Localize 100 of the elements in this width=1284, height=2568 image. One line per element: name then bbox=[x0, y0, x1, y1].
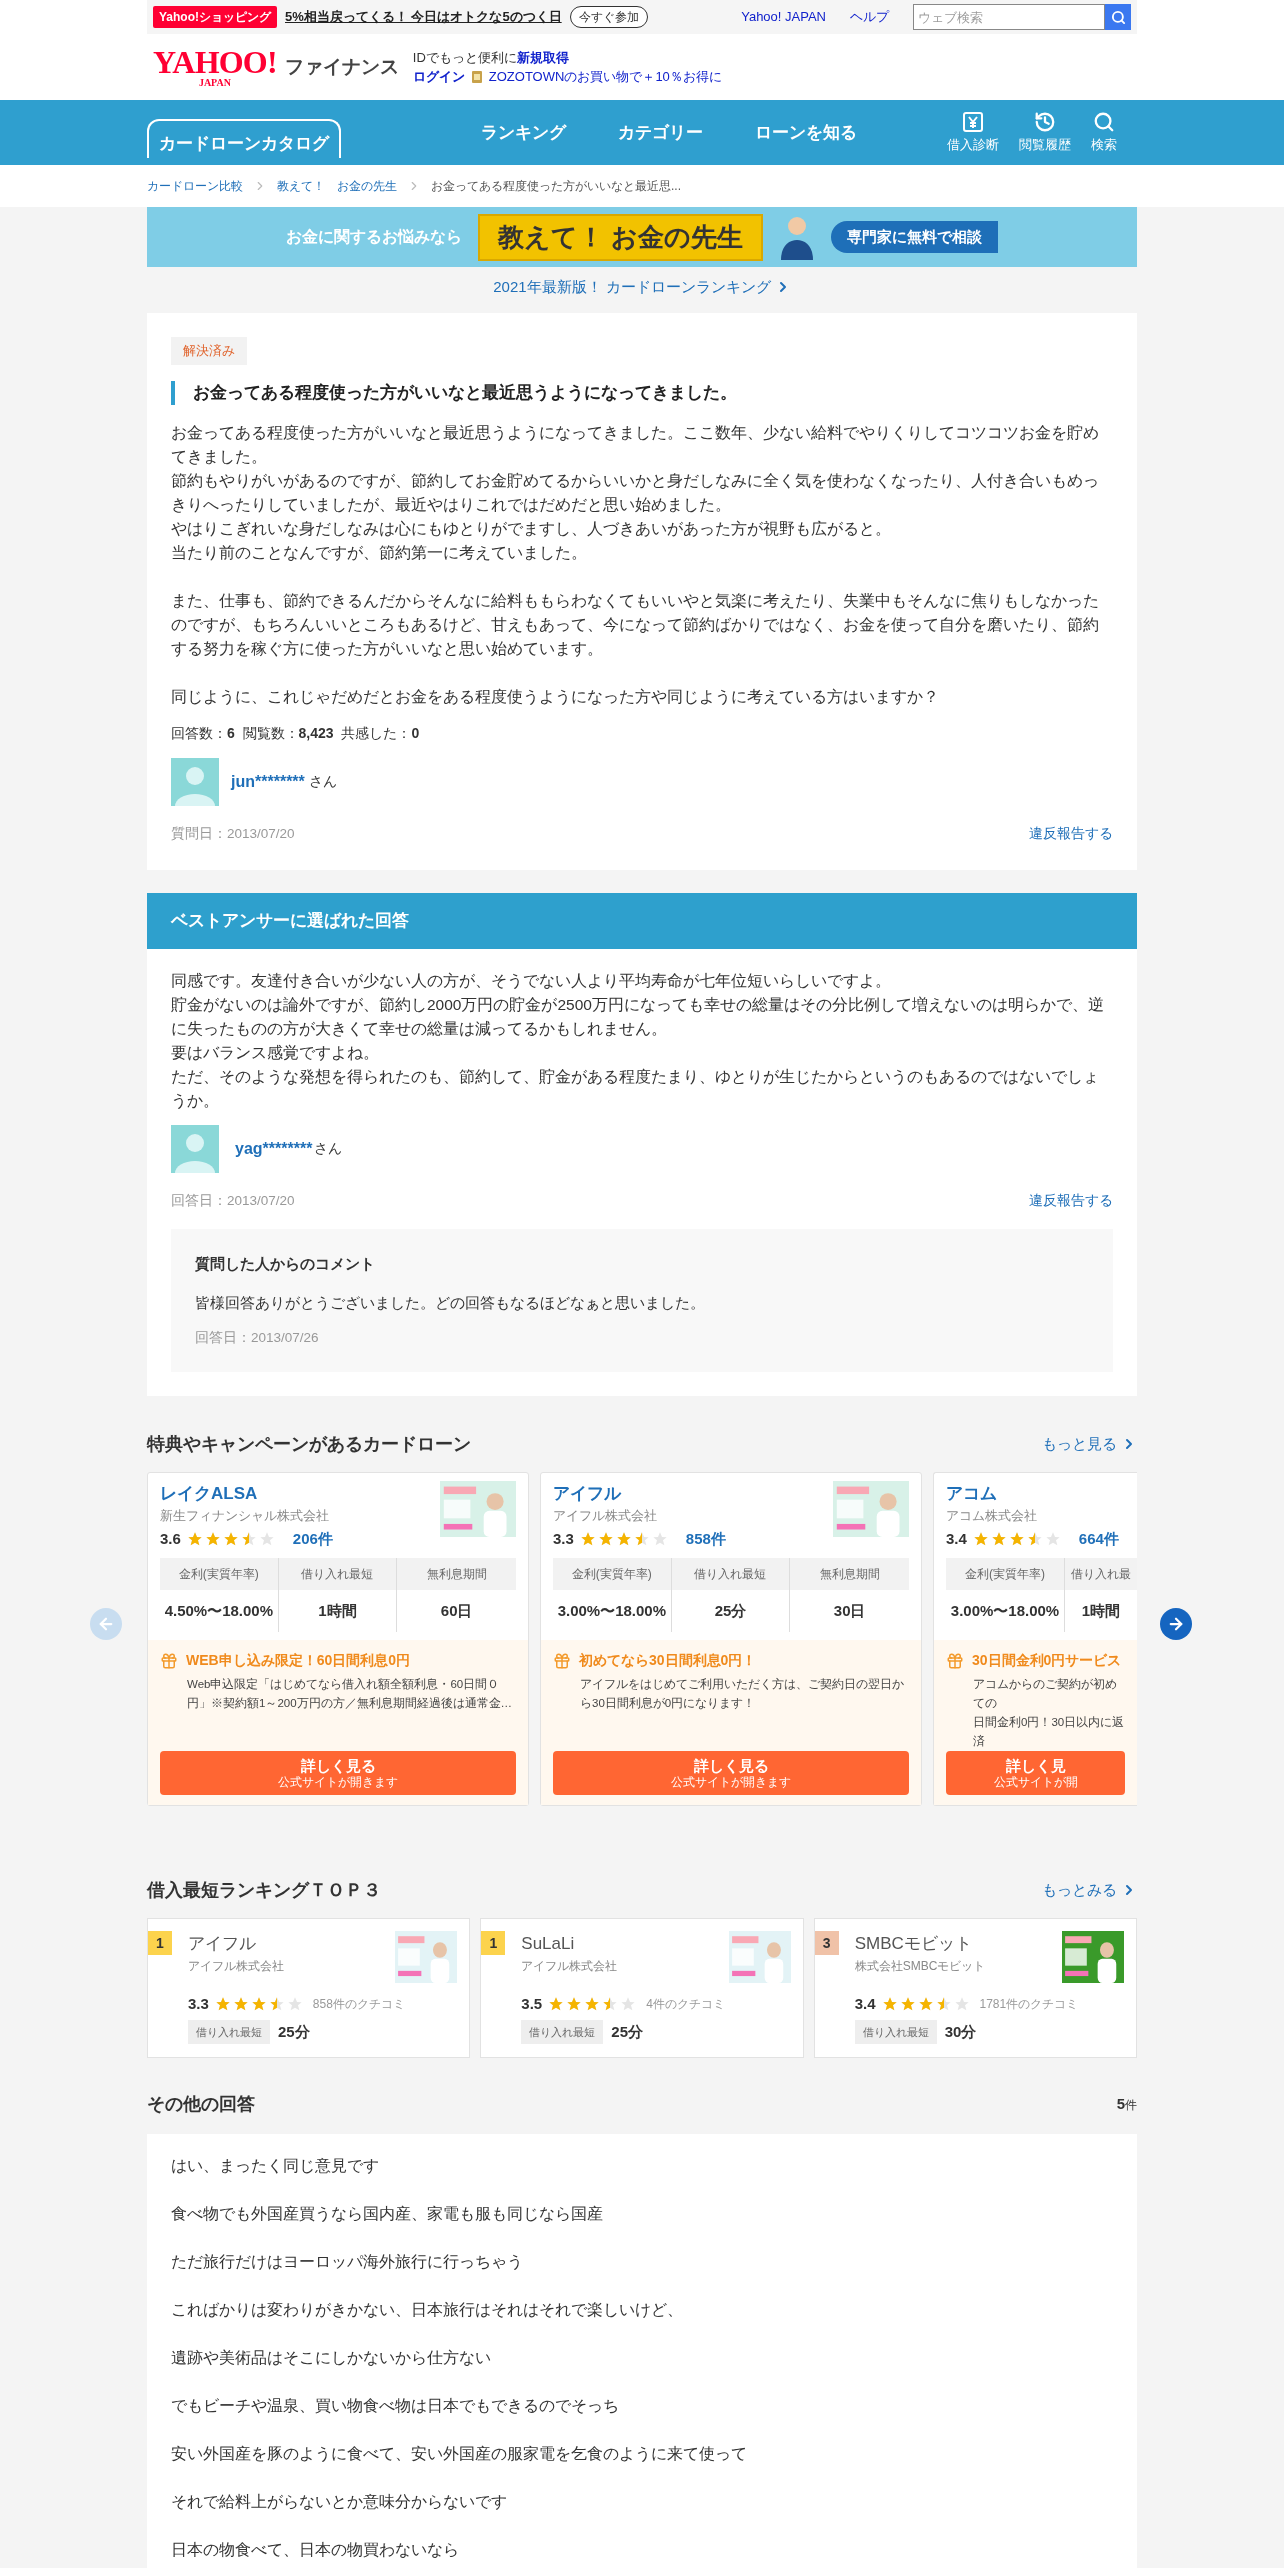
answer-text: ただ旅行だけはヨーロッパ海外旅行に行っちゃう bbox=[171, 2252, 524, 2272]
star-icon bbox=[579, 1530, 596, 1547]
shopping-badge[interactable]: Yahoo!ショッピング bbox=[153, 6, 277, 28]
answer-text: こればかりは変わりがきかない、日本旅行はそれはそれで楽しいけど、 bbox=[171, 2300, 684, 2320]
gift-icon bbox=[946, 1651, 964, 1670]
star-icon bbox=[1044, 1530, 1061, 1547]
breadcrumb-link[interactable]: 教えて！ お金の先生 bbox=[277, 177, 397, 195]
advice-banner[interactable]: お金に関するお悩みなら 教えて！ お金の先生 専門家に無料で相談 bbox=[147, 207, 1137, 267]
spec-value: 25分 bbox=[278, 2021, 310, 2042]
company-name: アイフル株式会社 bbox=[521, 1957, 618, 1975]
search-icon bbox=[1093, 110, 1115, 133]
gift-icon bbox=[553, 1651, 571, 1670]
star-icon bbox=[258, 1530, 275, 1547]
next-arrow-button[interactable] bbox=[1160, 1608, 1192, 1641]
star-icon bbox=[917, 1996, 934, 2013]
yen-icon bbox=[962, 110, 984, 133]
history-icon bbox=[1034, 110, 1056, 133]
spec-header: 金利(実質年率) bbox=[553, 1558, 671, 1590]
search-button[interactable] bbox=[1105, 4, 1131, 30]
answer-text: でもビーチや温泉、買い物食べ物は日本でもできるのでそっち bbox=[171, 2396, 620, 2416]
catalog-logo[interactable]: カードローンカタログ bbox=[147, 118, 341, 159]
zozo-link[interactable]: ZOZOTOWNのお買い物で＋10％お得に bbox=[488, 67, 722, 87]
review-count[interactable]: 858件 bbox=[685, 1527, 726, 1550]
user-link[interactable]: yag******** bbox=[235, 1136, 313, 1161]
question-text: 同じように、これじゃだめだとお金をある程度使うようになった方や同じように考えている方はいますか？ bbox=[171, 686, 940, 707]
question-text: また、仕事も、節約できるんだからそんなに給料ももらわなくてもいいやと気楽に考えたり、失業中もそんなに焦りもしなかったのですが、もちろんいいところもあるけど、甘えもあって、今になって節約ばかりではなく、お金を使って自分を磨いたり、節約する努力を稼ぐ方に使った方がいいなと思い始めています。 bbox=[171, 590, 1100, 659]
answer-text: 食べ物でも外国産買うなら国内産、家電も服も同じなら国産 bbox=[171, 2204, 604, 2224]
loan-name[interactable]: SMBCモビット bbox=[854, 1931, 986, 1957]
star-icon bbox=[935, 1996, 952, 2013]
answer-text: ただ、そのような発想を得られたのも、節約して、貯金がある程度たまり、ゆとりが生じたからというのもあるのではないでしょうか。 bbox=[171, 1066, 1100, 1111]
star-icon bbox=[548, 1996, 565, 2013]
details-button[interactable]: 詳しく見 公式サイトが開 bbox=[946, 1751, 1125, 1795]
yahoo-logo[interactable]: YAHOO! bbox=[153, 46, 277, 78]
star-icon bbox=[633, 1530, 650, 1547]
search-field[interactable]: ウェブ検索 bbox=[913, 4, 1105, 30]
question-text: 節約もやりがいがあるのですが、節約してお金貯めてるからいいかと身だしなみに全く気を使わなくなったり、人付き合いもめっきりへったりしていましたが、最近やはりこれではだめだと思い始めました。 bbox=[171, 470, 1100, 515]
join-button[interactable]: 今すぐ参加 bbox=[569, 6, 648, 28]
spec-value: 4.50%〜18.00% bbox=[163, 1600, 275, 1621]
spec-value: 1時間 bbox=[317, 1600, 358, 1621]
report-link[interactable]: 違反報告する bbox=[1029, 1190, 1113, 1211]
nav-link[interactable]: ランキング bbox=[481, 119, 566, 146]
answer-text: 遺跡や美術品はそこにしかないから仕方ない bbox=[171, 2348, 492, 2368]
loan-name[interactable]: アコム bbox=[946, 1481, 1119, 1507]
header-link[interactable]: ヘルプ bbox=[850, 7, 889, 27]
answer-text: 日本の物食べて、日本の物買わないなら bbox=[171, 2540, 460, 2560]
answer-text: 同感です。友達付き合いが少ない人の方が、そうでない人より平均寿命が七年位短いらしいですよ。 bbox=[171, 970, 892, 991]
honorific: さん bbox=[308, 772, 337, 791]
more-link[interactable]: もっと見る bbox=[1042, 1433, 1117, 1456]
star-icon bbox=[186, 1530, 203, 1547]
nav-icon-button[interactable]: 検索 bbox=[1091, 110, 1117, 155]
promo-link[interactable]: 5%相当戻ってくる！ 今日はオトクな5のつく日 bbox=[285, 7, 562, 27]
star-icon bbox=[615, 1530, 632, 1547]
nav-icon-button[interactable]: 閲覧履歴 bbox=[1019, 110, 1071, 155]
rating-value: 3.4 bbox=[946, 1528, 967, 1549]
more-link[interactable]: もっとみる bbox=[1042, 1878, 1117, 1902]
spec-value: 3.00%〜18.00% bbox=[949, 1600, 1061, 1621]
promo-title: 30日間金利0円サービス bbox=[972, 1651, 1122, 1670]
promo-text: アコムからのご契約が初めての bbox=[973, 1677, 1118, 1711]
nav-icon-button[interactable]: 借入診断 bbox=[947, 110, 999, 155]
user-link[interactable]: jun******** bbox=[231, 769, 305, 794]
service-name[interactable]: ファイナンス bbox=[284, 52, 399, 82]
answer-text: 安い外国産を豚のように食べて、安い外国産の服家電を乞食のように来て使って bbox=[171, 2444, 748, 2464]
nav-link[interactable]: ローンを知る bbox=[755, 119, 857, 146]
answer-date: 回答日：2013/07/20 bbox=[171, 1191, 295, 1210]
question-title: お金ってある程度使った方がいいなと最近思うようになってきました。 bbox=[171, 380, 1113, 405]
rating-value: 3.4 bbox=[854, 1994, 876, 2014]
report-link[interactable]: 違反報告する bbox=[1029, 823, 1113, 844]
status-tag: 解決済み bbox=[171, 337, 247, 365]
spec-value: 30日 bbox=[832, 1600, 867, 1621]
loan-name[interactable]: アイフル bbox=[188, 1931, 284, 1957]
login-link[interactable]: ログイン bbox=[412, 67, 465, 87]
signup-link[interactable]: 新規取得 bbox=[516, 49, 569, 65]
spec-tag: 借り入れ最短 bbox=[188, 2019, 270, 2044]
answer-text: 貯金がないのは論外ですが、節約し2000万円の貯金が2500万円になっても幸せの総量はその分比例して増えないのは明らかで、逆に失ったものの方が大きくて幸せの総量は減ってるかもしれません。 bbox=[171, 994, 1105, 1039]
review-count[interactable]: 206件 bbox=[292, 1527, 333, 1550]
loan-name[interactable]: アイフル bbox=[553, 1481, 726, 1507]
question-text: やはりこぎれいな身だしなみは心にもゆとりがでますし、人づきあいがあった方が視野も広がると。 bbox=[171, 518, 892, 539]
header-link[interactable]: Yahoo! JAPAN bbox=[741, 7, 826, 27]
answer-text: それで給料上がらないとか意味分からないです bbox=[171, 2492, 508, 2512]
breadcrumb-link[interactable]: カードローン比較 bbox=[147, 177, 243, 195]
rank-badge: 1 bbox=[148, 1931, 172, 1955]
star-icon bbox=[990, 1530, 1007, 1547]
star-icon bbox=[602, 1996, 619, 2013]
loan-name[interactable]: レイクALSA bbox=[160, 1481, 333, 1507]
star-icon bbox=[651, 1530, 668, 1547]
details-button[interactable]: 詳しく見る 公式サイトが開きます bbox=[553, 1751, 909, 1795]
ranking-link[interactable]: 2021年最新版！ カードローンランキング bbox=[493, 275, 771, 299]
spec-value: 30分 bbox=[944, 2021, 977, 2042]
answer-text: はい、まったく同じ意見です bbox=[171, 2156, 380, 2176]
spec-tag: 借り入れ最短 bbox=[521, 2019, 604, 2044]
spec-value: 1時間 bbox=[1080, 1600, 1122, 1621]
avatar-icon bbox=[171, 1124, 219, 1173]
rank-badge: 3 bbox=[814, 1931, 839, 1955]
nav-link[interactable]: カテゴリー bbox=[618, 119, 703, 146]
star-icon bbox=[222, 1530, 239, 1547]
signup-text: IDでもっと便利に新規取得 bbox=[412, 48, 570, 67]
review-count[interactable]: 664件 bbox=[1078, 1527, 1119, 1550]
loan-name[interactable]: SuLaLi bbox=[521, 1931, 618, 1957]
advisor-figure-icon bbox=[779, 214, 816, 260]
details-button[interactable]: 詳しく見る 公式サイトが開きます bbox=[160, 1751, 516, 1795]
